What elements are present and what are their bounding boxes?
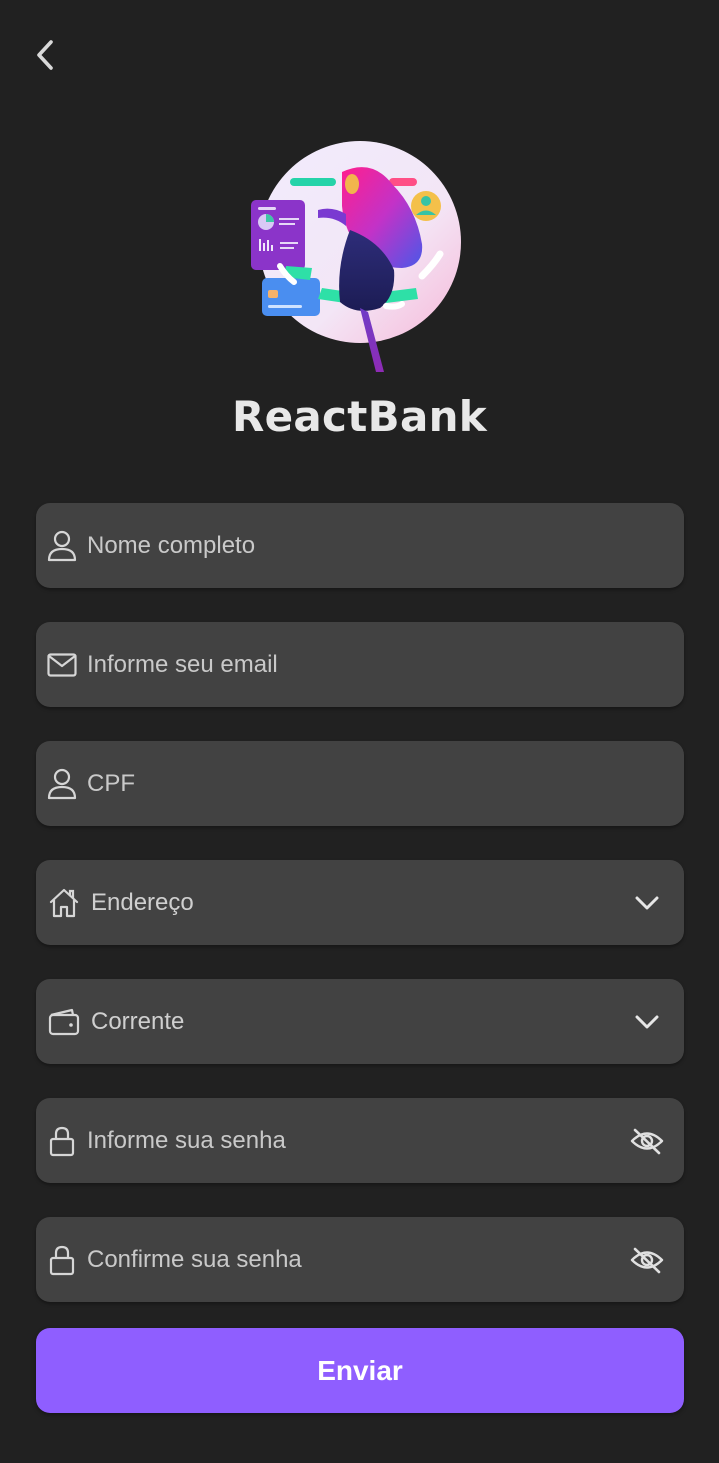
user-icon bbox=[46, 768, 78, 800]
mail-icon bbox=[46, 649, 78, 681]
password-field[interactable] bbox=[36, 1098, 684, 1183]
lock-icon bbox=[46, 1244, 78, 1276]
user-icon bbox=[46, 530, 78, 562]
eye-off-icon[interactable] bbox=[628, 1241, 666, 1279]
account-type-label: Corrente bbox=[91, 1007, 185, 1035]
brand-name: ReactBank bbox=[231, 392, 488, 441]
eye-off-icon[interactable] bbox=[628, 1122, 666, 1160]
wallet-icon bbox=[48, 1006, 80, 1038]
lock-icon bbox=[46, 1125, 78, 1157]
confirm-password-field[interactable] bbox=[36, 1217, 684, 1302]
full-name-field[interactable] bbox=[36, 503, 684, 588]
password-input[interactable] bbox=[87, 1098, 614, 1183]
email-field[interactable] bbox=[36, 622, 684, 707]
chevron-down-icon[interactable] bbox=[628, 884, 666, 922]
cpf-input[interactable] bbox=[87, 741, 614, 826]
submit-button[interactable]: Enviar bbox=[36, 1328, 684, 1413]
full-name-input[interactable] bbox=[87, 503, 614, 588]
account-type-select[interactable]: Corrente bbox=[36, 979, 684, 1064]
cpf-field[interactable] bbox=[36, 741, 684, 826]
email-input[interactable] bbox=[87, 622, 614, 707]
home-icon bbox=[48, 887, 80, 919]
confirm-password-input[interactable] bbox=[87, 1217, 614, 1302]
woman-finance-illustration bbox=[251, 141, 461, 372]
chevron-left-icon bbox=[37, 40, 53, 70]
address-select-label: Endereço bbox=[91, 888, 194, 916]
address-select[interactable]: Endereço bbox=[36, 860, 684, 945]
back-button[interactable] bbox=[22, 30, 68, 80]
chevron-down-icon[interactable] bbox=[628, 1003, 666, 1041]
